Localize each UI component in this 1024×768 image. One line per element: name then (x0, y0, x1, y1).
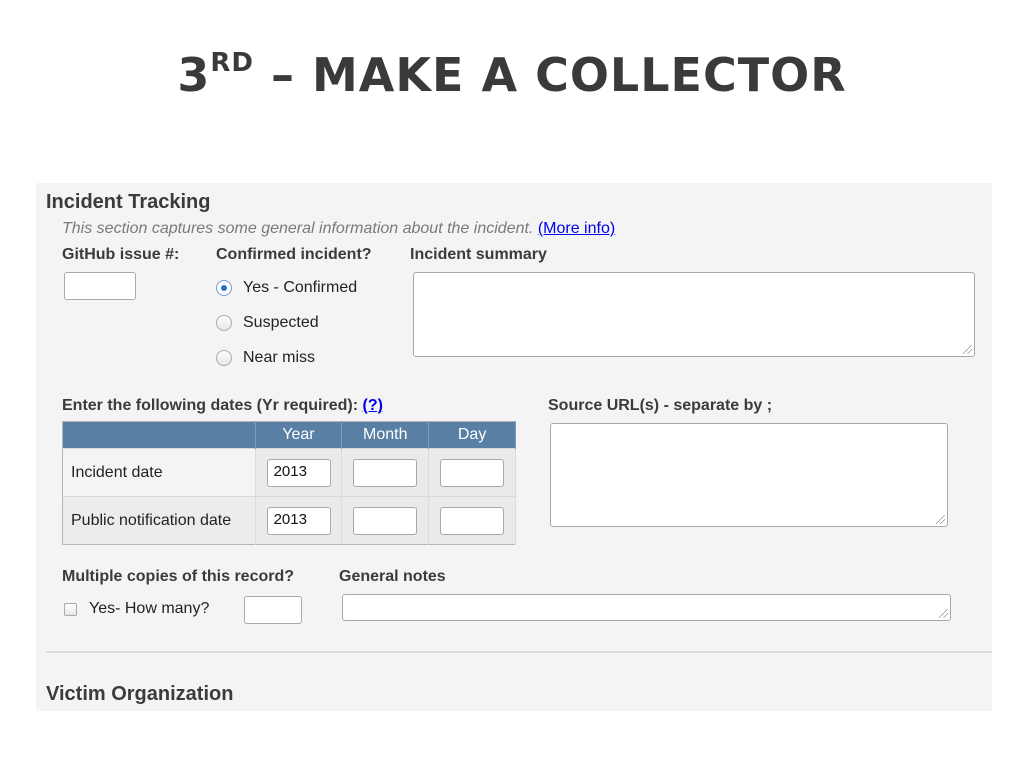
dates-label: Enter the following dates (Yr required):… (62, 397, 383, 415)
radio-yes-confirmed-label: Yes - Confirmed (243, 279, 358, 296)
notification-date-month-input[interactable] (353, 507, 418, 535)
incident-summary-label: Incident summary (410, 246, 547, 263)
incident-form-panel: Incident Tracking This section captures … (36, 183, 992, 711)
section-divider (46, 651, 992, 653)
col-header-month: Month (341, 421, 430, 449)
radio-near-miss-label: Near miss (243, 349, 316, 366)
slide-title-ordinal: RD (210, 48, 254, 78)
incident-summary-textarea[interactable] (413, 272, 975, 357)
radio-suspected-label: Suspected (243, 314, 319, 331)
slide-title: 3RD – MAKE A COLLECTOR (0, 48, 1024, 102)
dates-table-header: Year Month Day (62, 421, 516, 449)
dates-help-link[interactable]: (?) (362, 397, 382, 414)
row-label-public-notification-date: Public notification date (62, 496, 256, 545)
table-row-incident-date: Incident date 2013 (62, 448, 516, 497)
row-label-incident-date: Incident date (62, 448, 256, 497)
github-issue-label: GitHub issue #: (62, 246, 180, 263)
notification-date-year-input[interactable]: 2013 (266, 507, 331, 535)
multiple-copies-checkbox[interactable] (64, 603, 77, 616)
confirmed-incident-label: Confirmed incident? (216, 246, 372, 263)
radio-near-miss[interactable] (216, 350, 232, 366)
col-header-label (62, 421, 256, 449)
radio-yes-confirmed[interactable] (216, 280, 232, 296)
incident-date-month-input[interactable] (353, 459, 418, 487)
incident-date-year-input[interactable]: 2013 (266, 459, 331, 487)
general-notes-textarea[interactable] (342, 594, 951, 621)
source-urls-textarea[interactable] (550, 423, 948, 527)
section-title-victim-organization: Victim Organization (46, 683, 234, 705)
general-notes-label: General notes (339, 568, 446, 585)
multiple-copies-checkbox-label: Yes- How many? (89, 600, 210, 617)
radio-suspected[interactable] (216, 315, 232, 331)
more-info-link[interactable]: (More info) (538, 220, 615, 237)
section-intro-text: This section captures some general infor… (62, 220, 534, 237)
source-urls-label: Source URL(s) - separate by ; (548, 397, 773, 414)
resize-grip-icon[interactable] (936, 515, 945, 524)
col-header-year: Year (255, 421, 343, 449)
resize-grip-icon[interactable] (939, 609, 948, 618)
slide-title-number: 3 (177, 48, 211, 102)
dates-table: Year Month Day Incident date 2013 Public… (62, 421, 516, 545)
col-header-day: Day (428, 421, 516, 449)
dates-label-text: Enter the following dates (Yr required): (62, 397, 359, 414)
copies-count-input[interactable] (244, 596, 302, 624)
section-intro: This section captures some general infor… (62, 220, 615, 238)
resize-grip-icon[interactable] (963, 345, 972, 354)
table-row-public-notification-date: Public notification date 2013 (62, 496, 516, 545)
multiple-copies-label: Multiple copies of this record? (62, 568, 295, 585)
github-issue-input[interactable] (64, 272, 136, 300)
notification-date-day-input[interactable] (440, 507, 505, 535)
incident-date-day-input[interactable] (440, 459, 505, 487)
slide-title-text: – MAKE A COLLECTOR (253, 48, 847, 102)
section-title-incident-tracking: Incident Tracking (46, 191, 211, 213)
